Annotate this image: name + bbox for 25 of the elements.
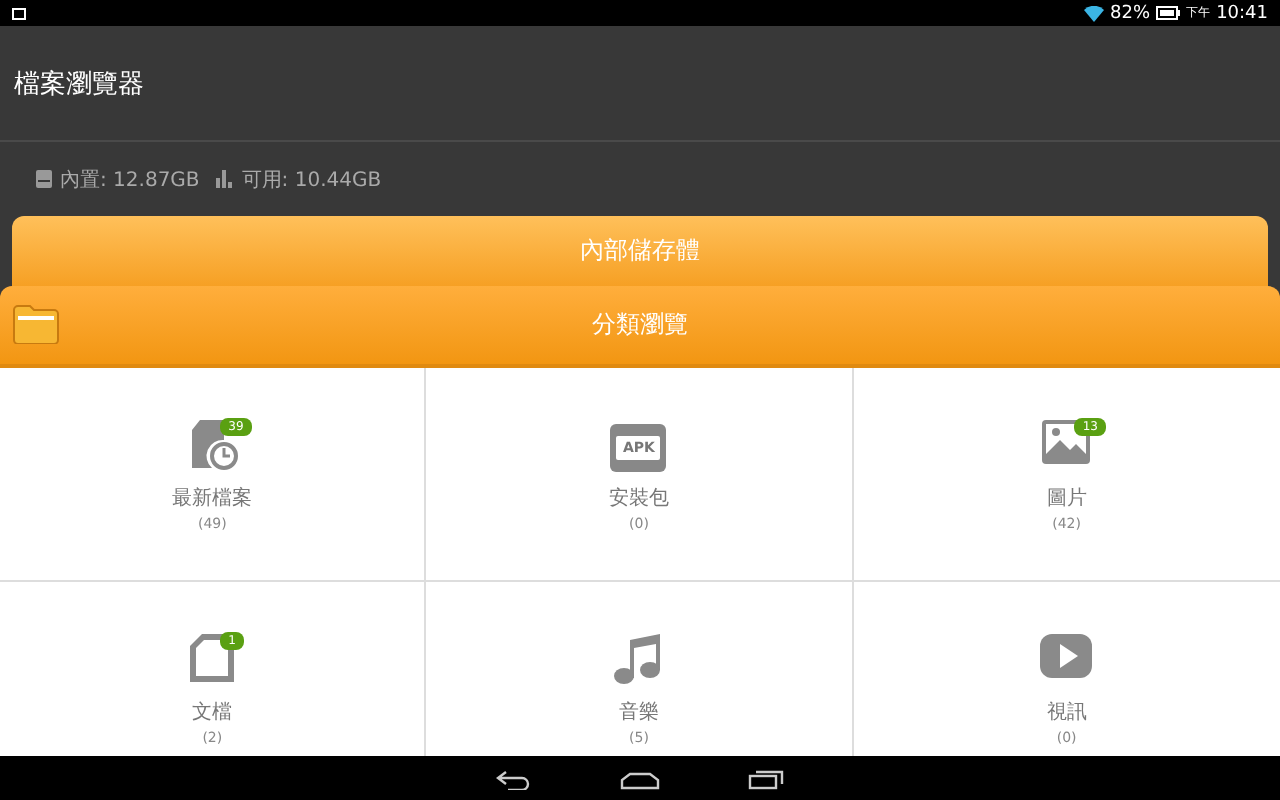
image-icon [1040, 416, 1093, 468]
file-clock-icon [186, 416, 239, 472]
category-label: 圖片 [1046, 485, 1087, 512]
recent-apps-icon[interactable] [748, 770, 784, 790]
battery-icon [1156, 6, 1181, 20]
battery-percent: 82% [1110, 3, 1151, 23]
category-label: 文檔 [192, 699, 233, 726]
app-title: 檔案瀏覽器 [14, 67, 144, 101]
play-icon [1038, 630, 1095, 682]
back-icon[interactable] [496, 770, 532, 790]
category-label: 音樂 [618, 699, 659, 726]
clock: 10:41 [1216, 3, 1268, 23]
image-icon [12, 7, 26, 19]
internal-storage-text: 內置: 12.87GB [60, 167, 200, 193]
category-label: 視訊 [1046, 699, 1087, 726]
category-label: 最新檔案 [172, 485, 253, 512]
category-label: 安裝包 [608, 485, 669, 512]
music-note-icon [612, 630, 665, 686]
folder-icon [12, 304, 60, 344]
wifi-icon [1084, 5, 1105, 21]
document-icon [186, 630, 239, 686]
storage-icon [36, 170, 52, 188]
available-storage-text: 可用: 10.44GB [241, 167, 382, 193]
bar-chart-icon [215, 170, 234, 188]
home-icon[interactable] [620, 771, 660, 789]
